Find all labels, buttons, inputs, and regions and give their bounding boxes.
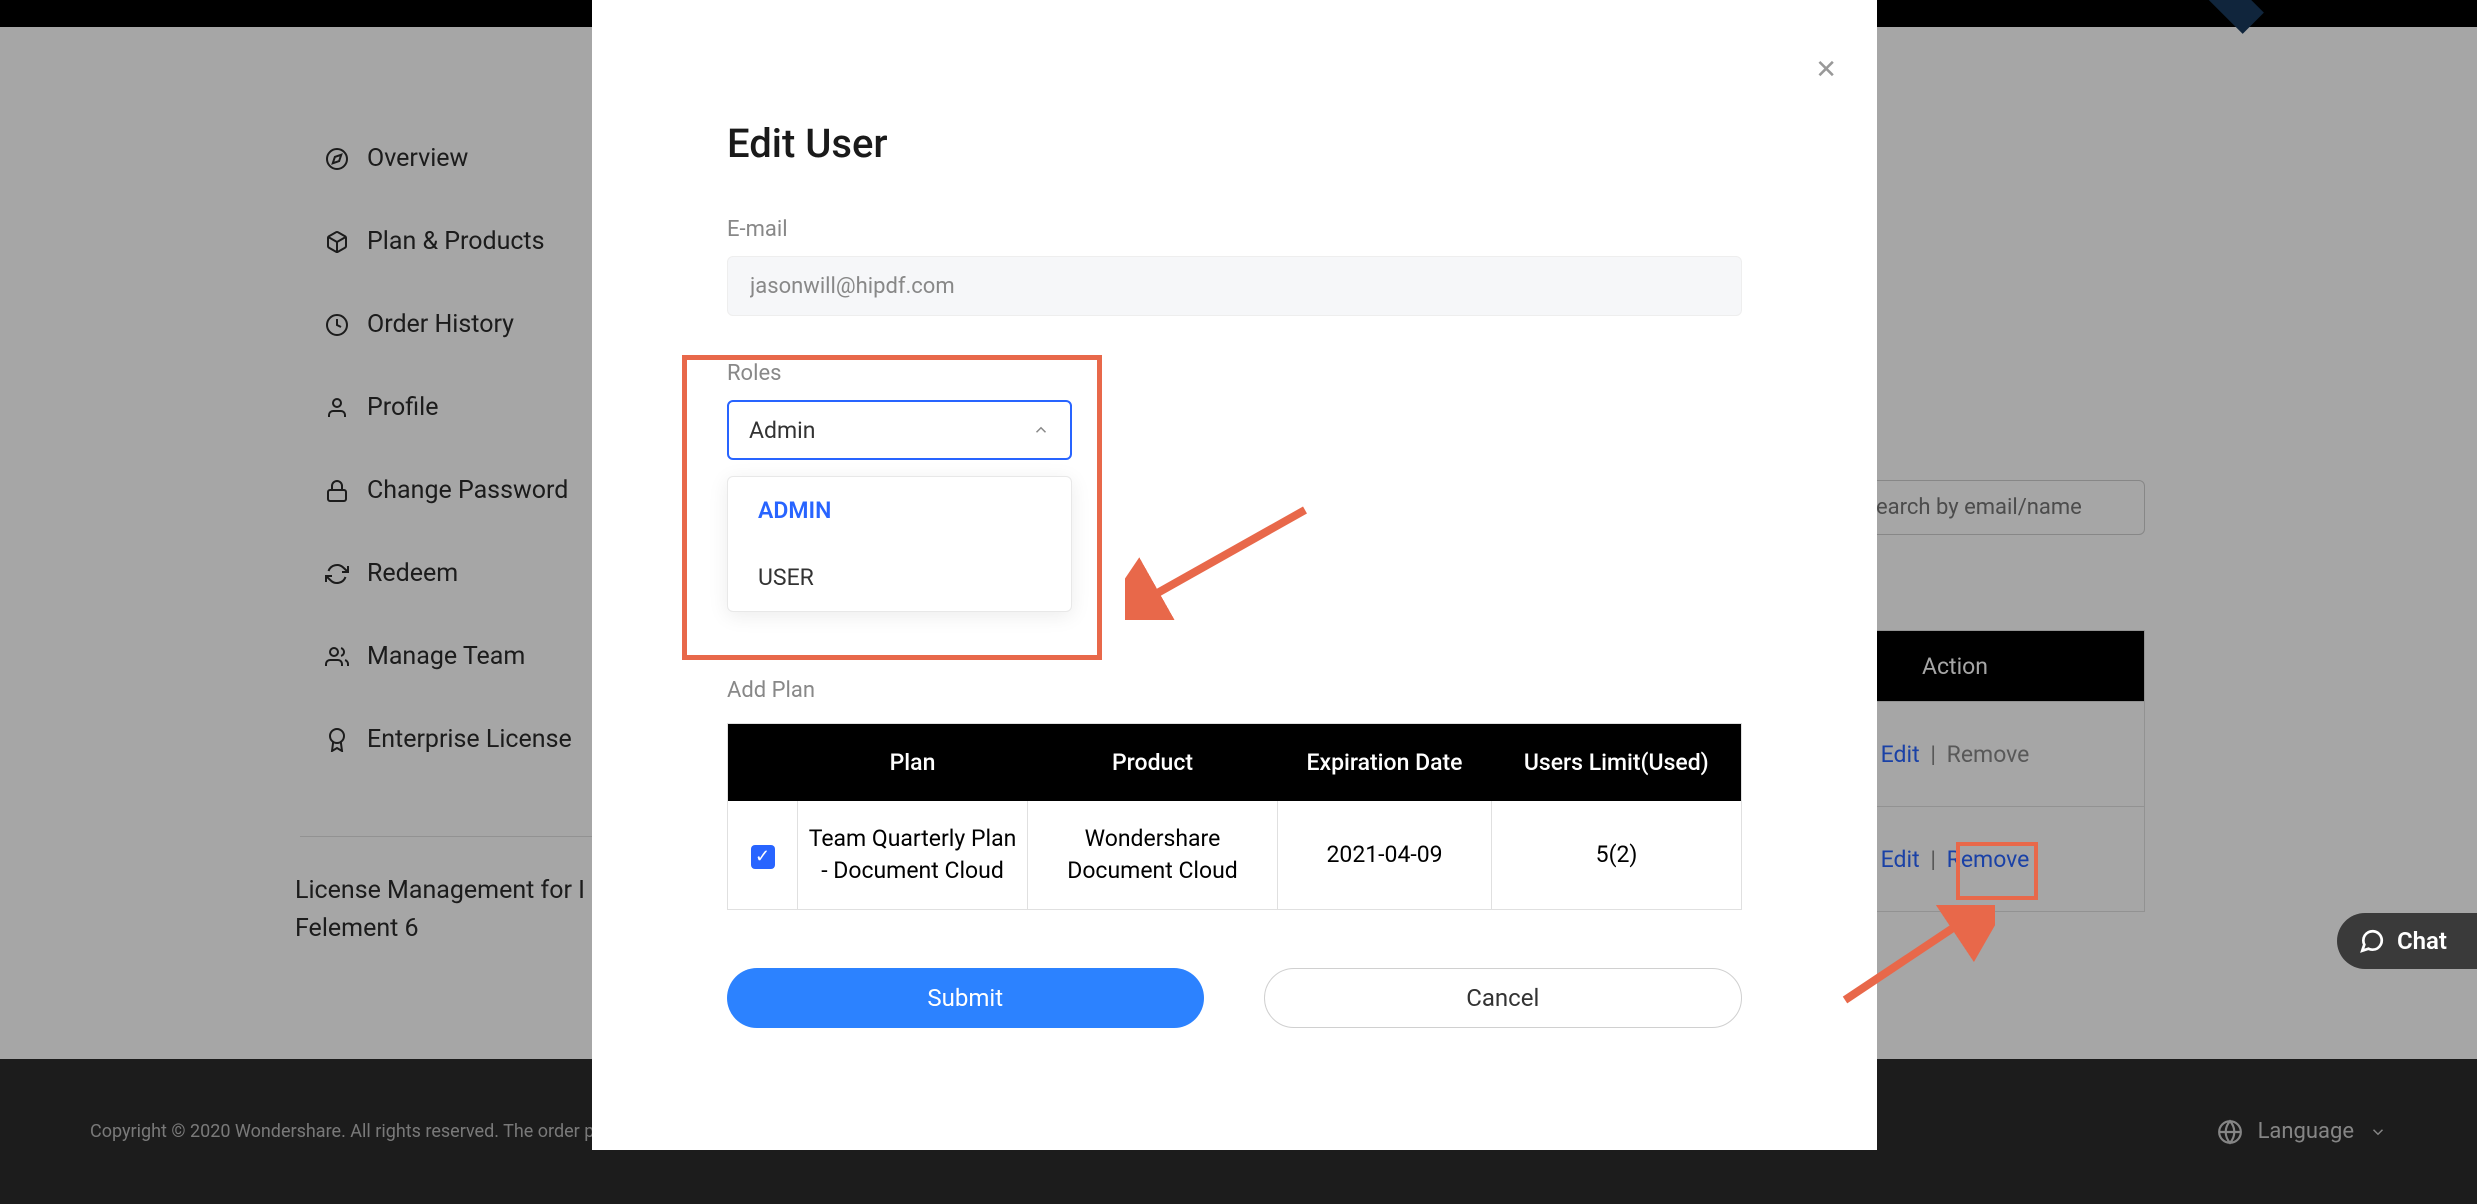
plan-checkbox[interactable]: ✓ (751, 845, 775, 869)
chat-label: Chat (2397, 927, 2447, 955)
email-label: E-mail (727, 217, 1742, 242)
roles-selected-value: Admin (749, 417, 815, 444)
cell-product: Wondershare Document Cloud (1028, 801, 1278, 910)
email-field[interactable] (727, 256, 1742, 316)
roles-label: Roles (727, 361, 1742, 386)
add-plan-label: Add Plan (727, 678, 1742, 703)
edit-user-modal: ✕ Edit User E-mail Roles Admin ADMIN USE… (592, 0, 1877, 1150)
chat-widget[interactable]: Chat (2337, 913, 2477, 969)
roles-select[interactable]: Admin (727, 400, 1072, 460)
cell-plan: Team Quarterly Plan - Document Cloud (798, 801, 1028, 910)
cancel-button[interactable]: Cancel (1264, 968, 1743, 1028)
cell-checkbox: ✓ (728, 801, 798, 910)
chevron-up-icon (1032, 421, 1050, 439)
col-checkbox (728, 724, 798, 802)
roles-option-user[interactable]: USER (728, 544, 1071, 611)
roles-dropdown: ADMIN USER (727, 476, 1072, 612)
plan-table: Plan Product Expiration Date Users Limit… (727, 723, 1742, 910)
modal-buttons: Submit Cancel (727, 968, 1742, 1028)
plan-table-row: ✓ Team Quarterly Plan - Document Cloud W… (728, 801, 1742, 910)
col-product: Product (1028, 724, 1278, 802)
col-plan: Plan (798, 724, 1028, 802)
col-limit: Users Limit(Used) (1492, 724, 1742, 802)
cell-limit: 5(2) (1492, 801, 1742, 910)
col-expiration: Expiration Date (1278, 724, 1492, 802)
chat-icon (2359, 928, 2385, 954)
cell-expiration: 2021-04-09 (1278, 801, 1492, 910)
plan-table-header: Plan Product Expiration Date Users Limit… (728, 724, 1742, 802)
modal-title: Edit User (727, 120, 1742, 167)
close-icon[interactable]: ✕ (1815, 55, 1837, 85)
roles-option-admin[interactable]: ADMIN (728, 477, 1071, 544)
submit-button[interactable]: Submit (727, 968, 1204, 1028)
